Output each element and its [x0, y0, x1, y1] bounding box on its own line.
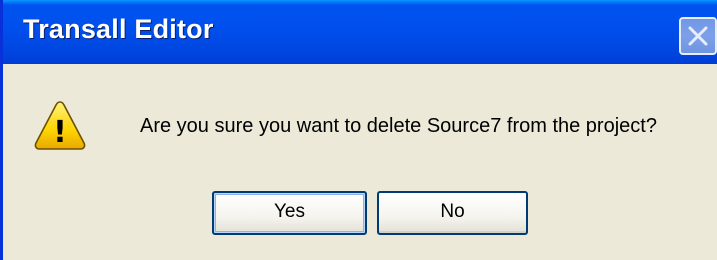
no-button[interactable]: No	[377, 191, 528, 235]
title-bar[interactable]: Transall Editor	[3, 0, 717, 64]
window-title: Transall Editor	[23, 14, 214, 44]
confirmation-message: Are you sure you want to delete Source7 …	[140, 115, 657, 137]
close-button[interactable]	[679, 17, 717, 55]
warning-symbol: !	[53, 115, 67, 150]
dialog-window: Transall Editor ! Are you sure you want …	[0, 0, 717, 260]
warning-icon: !	[34, 101, 86, 150]
yes-button[interactable]: Yes	[212, 191, 367, 235]
close-icon	[688, 26, 708, 46]
